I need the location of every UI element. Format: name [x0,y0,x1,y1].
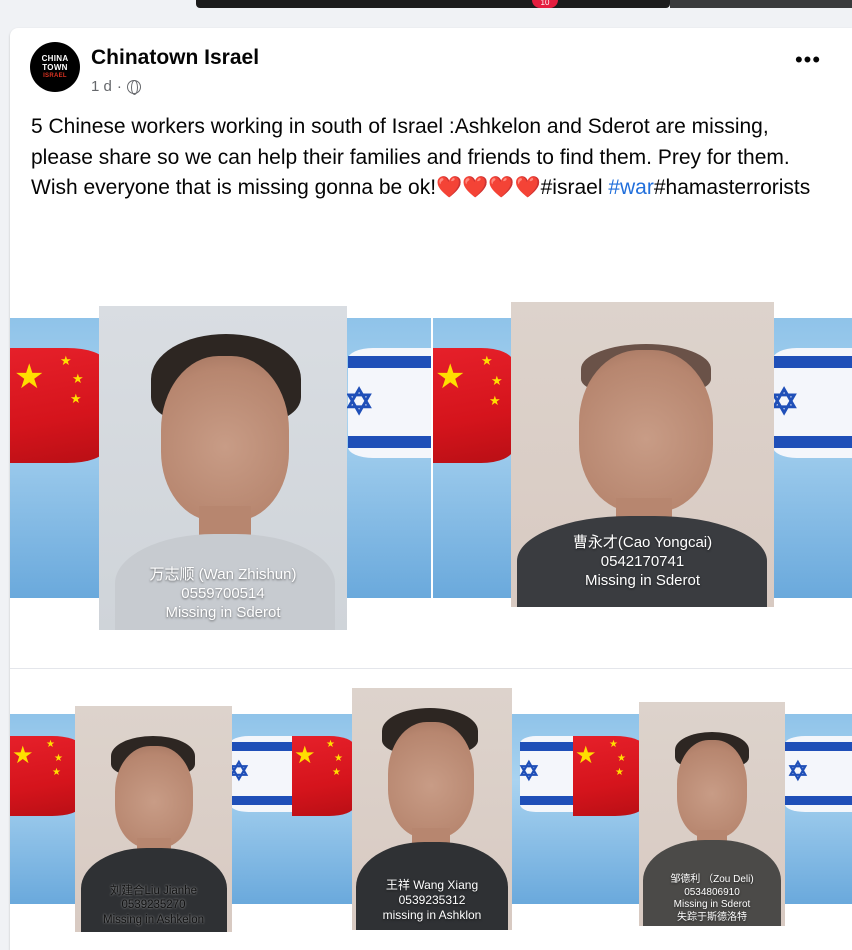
flag-star: ★ [489,393,501,408]
more-options-button[interactable]: ••• [790,49,826,78]
flag-star: ★ [481,353,493,368]
star-of-david-icon: ✡ [518,756,540,786]
flag-star: ★ [334,753,343,764]
china-flag: ★ ★ ★ ★ [573,736,643,816]
flag-star: ★ [575,742,597,769]
person-name: 刘建合Liu Jianhe [110,885,197,897]
photo-panel-5[interactable]: ★ ★ ★ ★ ✡ 邹德利 （Zou Deli) 0534806910 Miss… [573,688,852,950]
flag-star: ★ [72,371,84,386]
person-phone: 0542170741 [600,552,685,570]
side-panel-edge [670,0,852,8]
post-timestamp[interactable]: 1 d [91,78,112,95]
notification-badge[interactable]: 10 [532,0,558,8]
face-image [161,356,289,521]
china-flag: ★ ★ ★ ★ [292,736,354,816]
flag-star: ★ [54,753,63,764]
flag-star: ★ [491,373,503,388]
flag-star: ★ [70,391,82,406]
photo-panel-2[interactable]: ★ ★ ★ ★ ✡ 曹永才(Cao Yongcai) 0542170741 Mi… [433,248,852,668]
flag-star: ★ [617,753,626,764]
passport-photo: 邹德利 （Zou Deli) 0534806910 Missing in Sde… [639,702,785,926]
hashtag-hamasterrorists[interactable]: #hamasterrorists [654,176,810,199]
flag-star: ★ [60,353,72,368]
grid-divider [10,668,852,688]
china-flag: ★ ★ ★ ★ [10,736,80,816]
person-status-chinese: 失踪于斯德洛特 [677,911,747,923]
person-status: missing in Ashklon [382,908,482,922]
china-flag: ★ ★ ★ ★ [433,348,513,463]
avatar-text-line: ISRAEL [43,72,67,79]
post-card: CHINA TOWN ISRAEL Chinatown Israel 1 d ·… [10,28,852,950]
avatar-text-line: TOWN [42,62,68,72]
face-image [115,746,193,848]
photo-grid: ★ ★ ★ ★ ✡ 万志顺 (Wan Zhishun) 0559700514 M… [10,248,852,950]
star-of-david-icon: ✡ [787,756,809,786]
flag-star: ★ [609,739,618,750]
person-status: Missing in Sderot [165,603,281,621]
photo-caption: 万志顺 (Wan Zhishun) 0559700514 Missing in … [99,566,347,622]
star-of-david-icon: ✡ [344,381,375,422]
passport-photo: 万志顺 (Wan Zhishun) 0559700514 Missing in … [99,306,347,630]
photo-panel-1[interactable]: ★ ★ ★ ★ ✡ 万志顺 (Wan Zhishun) 0559700514 M… [10,248,431,668]
avatar-text-line: CHINA [41,53,69,63]
flag-star: ★ [12,742,34,769]
israel-flag: ✡ [228,736,292,812]
face-image [677,740,747,838]
meta-separator: · [116,78,122,95]
flag-star: ★ [332,767,341,778]
person-name: 曹永才(Cao Yongcai) [572,534,713,551]
flag-star: ★ [435,358,466,396]
person-phone: 0534806910 [684,886,740,898]
person-phone: 0539235312 [398,893,466,907]
person-name: 邹德利 （Zou Deli) [670,874,754,885]
flag-star: ★ [52,767,61,778]
person-name: 王祥 Wang Xiang [385,878,479,892]
page-name-link[interactable]: Chinatown Israel [91,46,259,70]
face-image [579,350,713,512]
page-avatar[interactable]: CHINA TOWN ISRAEL [30,42,80,92]
photo-panel-4[interactable]: ★ ★ ★ ★ ✡ 王祥 Wang Xiang 0539235312 missi… [292,688,573,950]
person-status: Missing in Sderot [673,899,751,910]
person-phone: 0539235270 [121,899,186,912]
flag-star: ★ [615,767,624,778]
israel-flag: ✡ [344,348,431,458]
flag-star: ★ [326,739,335,750]
flag-star: ★ [14,358,45,396]
person-phone: 0559700514 [181,584,265,602]
post-body-text: 5 Chinese workers working in south of Is… [31,112,821,204]
passport-photo: 王祥 Wang Xiang 0539235312 missing in Ashk… [352,688,512,930]
person-name: 万志顺 (Wan Zhishun) [149,566,297,583]
grid-divider [431,248,433,668]
top-browser-strip: 10 [0,0,852,12]
post-meta: 1 d · [91,78,141,95]
video-player-bar [196,0,670,8]
hashtag-war-link[interactable]: #war [608,176,654,199]
photo-caption: 刘建合Liu Jianhe 0539235270 Missing in Ashk… [75,884,232,927]
person-status: Missing in Sderot [584,571,701,589]
flag-star: ★ [46,739,55,750]
israel-flag: ✡ [518,736,573,812]
passport-photo: 刘建合Liu Jianhe 0539235270 Missing in Ashk… [75,706,232,932]
photo-caption: 曹永才(Cao Yongcai) 0542170741 Missing in S… [511,534,774,590]
person-status: Missing in Ashkelon [103,913,204,926]
israel-flag: ✡ [769,348,852,458]
photo-caption: 王祥 Wang Xiang 0539235312 missing in Ashk… [352,878,512,923]
photo-caption: 邹德利 （Zou Deli) 0534806910 Missing in Sde… [639,874,785,924]
passport-photo: 曹永才(Cao Yongcai) 0542170741 Missing in S… [511,302,774,607]
face-image [388,722,474,838]
israel-flag: ✡ [785,736,852,812]
photo-panel-3[interactable]: ★ ★ ★ ★ ✡ 刘建合Liu Jianhe 0539235270 Missi… [10,688,292,950]
china-flag: ★ ★ ★ ★ [10,348,105,463]
globe-icon [126,79,141,95]
flag-star: ★ [294,742,316,769]
